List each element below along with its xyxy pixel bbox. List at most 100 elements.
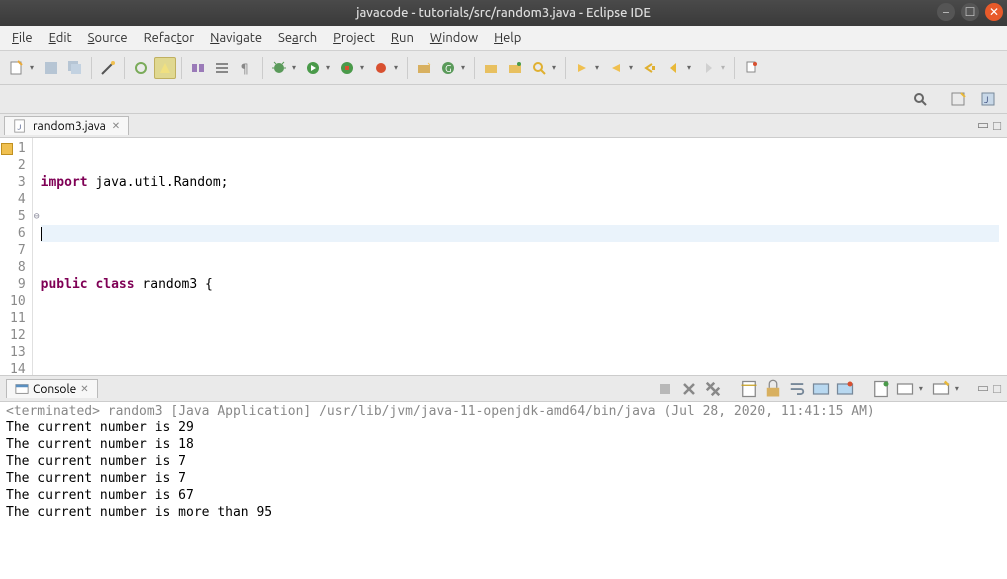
menu-run[interactable]: Run (385, 29, 420, 47)
open-console-button[interactable] (871, 379, 891, 399)
next-annotation-dropdown[interactable]: ▾ (595, 63, 603, 72)
menu-window[interactable]: Window (424, 29, 484, 47)
debug-dropdown[interactable]: ▾ (292, 63, 300, 72)
svg-text:¶: ¶ (241, 62, 249, 75)
console-tab-bar: Console ✕ ▾ ▾ ▭ □ (0, 376, 1007, 402)
type-dropdown[interactable]: ▾ (461, 63, 469, 72)
line-number: 4 (10, 191, 26, 208)
console-tab-close-icon[interactable]: ✕ (80, 383, 88, 395)
group-button[interactable] (187, 57, 209, 79)
window-titlebar: javacode - tutorials/src/random3.java - … (0, 0, 1007, 26)
console-meta: random3 [Java Application] /usr/lib/jvm/… (100, 404, 875, 419)
save-all-button[interactable] (64, 57, 86, 79)
type-button[interactable]: G (437, 57, 459, 79)
search-dropdown[interactable]: ▾ (552, 63, 560, 72)
quick-search-icon[interactable] (909, 88, 931, 110)
line-number: 3 (10, 174, 26, 191)
coverage-button[interactable] (336, 57, 358, 79)
new-console-button[interactable] (931, 379, 951, 399)
new-button[interactable] (6, 57, 28, 79)
line-number: 6 (10, 225, 26, 242)
run-dropdown[interactable]: ▾ (326, 63, 334, 72)
separator (734, 57, 735, 79)
java-perspective-button[interactable]: J (977, 88, 999, 110)
last-edit-button[interactable] (639, 57, 661, 79)
coverage-dropdown[interactable]: ▾ (360, 63, 368, 72)
console-line: The current number is more than 95 (6, 504, 1001, 521)
menu-help[interactable]: Help (488, 29, 527, 47)
menu-bar: File Edit Source Refactor Navigate Searc… (0, 26, 1007, 51)
svg-text:J: J (984, 95, 988, 105)
highlight-button[interactable] (154, 57, 176, 79)
new-package-button[interactable] (413, 57, 435, 79)
console-line: The current number is 7 (6, 453, 1001, 470)
terminate-button[interactable] (655, 379, 675, 399)
save-button[interactable] (40, 57, 62, 79)
forward-button[interactable] (697, 57, 719, 79)
close-button[interactable]: ✕ (985, 3, 1003, 21)
console-line: The current number is 18 (6, 436, 1001, 453)
forward-dropdown[interactable]: ▾ (721, 63, 729, 72)
open-task-button[interactable] (480, 57, 502, 79)
debug-button[interactable] (268, 57, 290, 79)
quick-access-bar: J (0, 85, 1007, 114)
prev-annotation-button[interactable] (605, 57, 627, 79)
code-area[interactable]: import java.util.Random; public class ra… (33, 138, 1007, 375)
editor-tab-close-icon[interactable]: ✕ (112, 120, 120, 132)
line-number: 7 (10, 242, 26, 259)
clear-console-button[interactable] (739, 379, 759, 399)
run-last-dropdown[interactable]: ▾ (394, 63, 402, 72)
separator (91, 57, 92, 79)
menu-file[interactable]: File (6, 29, 39, 47)
console-line: The current number is 29 (6, 419, 1001, 436)
menu-navigate[interactable]: Navigate (204, 29, 268, 47)
svg-text:J: J (17, 124, 21, 132)
separator (181, 57, 182, 79)
word-wrap-button[interactable] (787, 379, 807, 399)
menu-refactor[interactable]: Refactor (138, 29, 201, 47)
run-last-button[interactable] (370, 57, 392, 79)
line-number: 12 (10, 327, 26, 344)
new-console-dropdown[interactable]: ▾ (955, 384, 963, 393)
console-maximize-icon[interactable]: □ (993, 381, 1001, 396)
code-editor[interactable]: 1 2 3 4 5 6 7 8 9 10 11 12 13 14 import … (0, 138, 1007, 376)
minimize-view-icon[interactable]: ▭ (977, 118, 989, 133)
menu-project[interactable]: Project (327, 29, 381, 47)
paragraph-button[interactable]: ¶ (235, 57, 257, 79)
display-view-button[interactable] (895, 379, 915, 399)
remove-launch-button[interactable] (679, 379, 699, 399)
open-type-button[interactable] (504, 57, 526, 79)
pin-editor-button[interactable] (740, 57, 762, 79)
remove-all-button[interactable] (703, 379, 723, 399)
console-line: The current number is 67 (6, 487, 1001, 504)
line-number: 13 (10, 344, 26, 361)
new-dropdown[interactable]: ▾ (30, 63, 38, 72)
maximize-button[interactable]: ☐ (961, 3, 979, 21)
run-button[interactable] (302, 57, 324, 79)
perspective-open-button[interactable] (947, 88, 969, 110)
scroll-lock-button[interactable] (763, 379, 783, 399)
list-button[interactable] (211, 57, 233, 79)
console-tab-label: Console (33, 383, 76, 396)
menu-source[interactable]: Source (82, 29, 134, 47)
wand-button[interactable] (97, 57, 119, 79)
menu-search[interactable]: Search (272, 29, 323, 47)
skip-breakpoints-button[interactable] (130, 57, 152, 79)
back-dropdown[interactable]: ▾ (687, 63, 695, 72)
menu-edit[interactable]: Edit (43, 29, 78, 47)
console-tab[interactable]: Console ✕ (6, 379, 98, 398)
maximize-view-icon[interactable]: □ (993, 118, 1001, 133)
console-minimize-icon[interactable]: ▭ (977, 381, 989, 396)
editor-tab-bar: J random3.java ✕ ▭ □ (0, 114, 1007, 138)
back-button[interactable] (663, 57, 685, 79)
search-button[interactable] (528, 57, 550, 79)
minimize-button[interactable]: – (937, 3, 955, 21)
prev-annotation-dropdown[interactable]: ▾ (629, 63, 637, 72)
console-output[interactable]: <terminated> random3 [Java Application] … (0, 402, 1007, 579)
next-annotation-button[interactable] (571, 57, 593, 79)
pin-console-button[interactable] (835, 379, 855, 399)
editor-tab[interactable]: J random3.java ✕ (4, 116, 129, 135)
show-console-button[interactable] (811, 379, 831, 399)
window-title: javacode - tutorials/src/random3.java - … (6, 6, 1001, 20)
display-view-dropdown[interactable]: ▾ (919, 384, 927, 393)
